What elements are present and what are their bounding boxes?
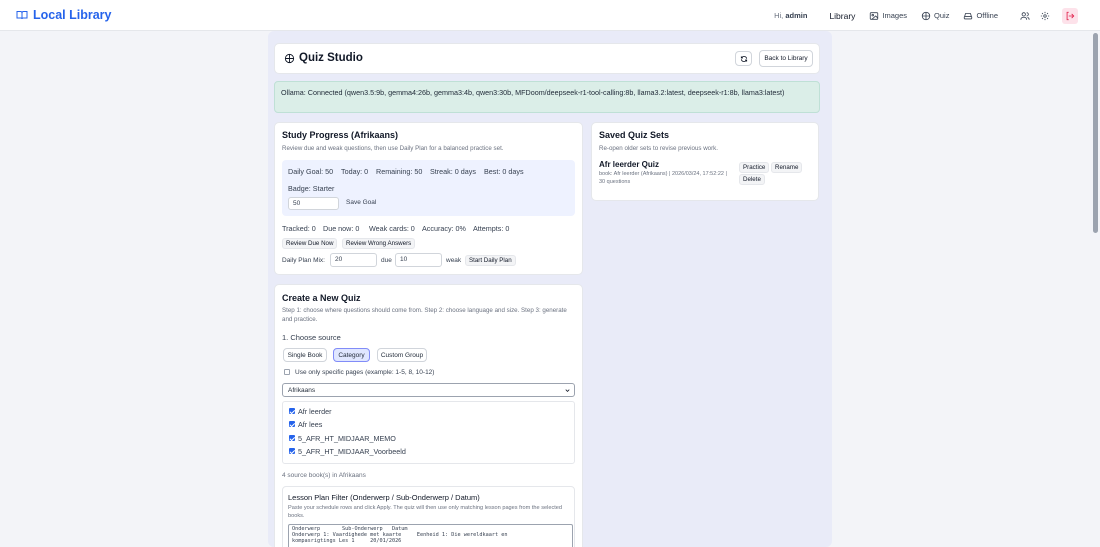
saved-quiz-name: Afr leerder Quiz (599, 160, 660, 169)
users-icon (1020, 11, 1030, 20)
compass-icon (921, 11, 931, 20)
nav-images[interactable]: Images (869, 11, 907, 21)
weak-label: weak (446, 257, 462, 264)
book-checkbox[interactable] (289, 435, 295, 441)
username: admin (785, 11, 808, 20)
daily-goal-input[interactable]: 50 (288, 197, 339, 210)
quiz-studio-header: Quiz Studio Back to Library (274, 43, 820, 74)
book-checkbox[interactable] (289, 421, 295, 427)
delete-button[interactable]: Delete (739, 174, 765, 185)
due-label: due (381, 257, 392, 264)
nav-offline-label: Offline (976, 11, 998, 20)
today-count: Today: 0 (341, 167, 369, 176)
plan-weak-input[interactable]: 10 (395, 253, 442, 267)
specific-pages-checkbox[interactable] (284, 369, 290, 375)
source-tab-single-book[interactable]: Single Book (283, 348, 327, 362)
refresh-icon (740, 55, 747, 62)
main-nav: Hi, admin Library Images Quiz Offline (774, 0, 1078, 31)
book-item: Afr leerder (298, 407, 332, 416)
users-button[interactable] (1018, 9, 1032, 23)
nav-quiz[interactable]: Quiz (921, 11, 949, 21)
greeting: Hi, admin (774, 11, 808, 20)
category-select-value: Afrikaans (288, 387, 316, 394)
saved-quiz-count: 30 questions (599, 179, 631, 185)
saved-quiz-sets-subtitle: Re-open older sets to revise previous wo… (599, 145, 718, 152)
brand[interactable]: Local Library (16, 8, 112, 22)
nav-library[interactable]: Library (829, 11, 855, 21)
gear-icon (1040, 11, 1050, 20)
ollama-status: Ollama: Connected (qwen3.5:9b, gemma4:26… (274, 81, 820, 113)
category-select[interactable]: Afrikaans (282, 383, 575, 397)
tracked-count: Tracked: 0 (282, 224, 316, 233)
daily-goal: Daily Goal: 50 (288, 167, 334, 176)
plan-due-input[interactable]: 20 (330, 253, 377, 267)
nav-quiz-label: Quiz (934, 11, 950, 20)
back-to-library-button[interactable]: Back to Library (759, 50, 813, 67)
attempts: Attempts: 0 (473, 224, 510, 233)
source-tab-category[interactable]: Category (333, 348, 370, 362)
specific-pages-label: Use only specific pages (example: 1-5, 8… (295, 369, 435, 376)
nav-images-label: Images (882, 11, 908, 20)
logout-icon (1066, 11, 1075, 20)
top-bar: Local Library Hi, admin Library Images Q… (0, 0, 1100, 31)
book-checkbox[interactable] (289, 448, 295, 454)
save-goal-button[interactable]: Save Goal (346, 199, 376, 206)
chevron-down-icon (565, 389, 570, 392)
source-book-count: 4 source book(s) in Afrikaans (282, 472, 366, 479)
rename-button[interactable]: Rename (771, 162, 803, 173)
daily-plan-mix-label: Daily Plan Mix: (282, 257, 325, 264)
refresh-button[interactable] (735, 51, 752, 66)
review-due-now-button[interactable]: Review Due Now (282, 238, 338, 249)
book-checkbox[interactable] (289, 408, 295, 414)
book-item: 5_AFR_HT_MIDJAAR_Voorbeeld (298, 447, 406, 456)
streak: Streak: 0 days (430, 167, 476, 176)
page-scrollbar[interactable] (1093, 33, 1098, 233)
lesson-plan-subtitle: Paste your schedule rows and click Apply… (288, 505, 563, 519)
logout-button[interactable] (1062, 7, 1078, 24)
lesson-plan-textarea[interactable]: Onderwerp Sub-Onderwerp Datum Onderwerp … (288, 524, 573, 547)
compass-icon (284, 53, 295, 63)
book-item: Afr lees (298, 420, 323, 429)
page-title-text: Quiz Studio (299, 52, 363, 64)
badge-label: Badge: Starter (288, 184, 335, 193)
lesson-plan-filter: Lesson Plan Filter (Onderwerp / Sub-Onde… (282, 486, 575, 547)
create-quiz-subtitle: Step 1: choose where questions should co… (282, 307, 567, 323)
remaining-count: Remaining: 50 (376, 167, 423, 176)
app-title: Local Library (33, 8, 112, 22)
saved-quiz-sets-title: Saved Quiz Sets (599, 130, 670, 140)
weak-cards-count: Weak cards: 0 (369, 224, 415, 233)
settings-button[interactable] (1038, 9, 1052, 23)
practice-button[interactable]: Practice (739, 162, 770, 173)
create-quiz-title: Create a New Quiz (282, 293, 361, 303)
book-item: 5_AFR_HT_MIDJAAR_MEMO (298, 434, 396, 443)
review-wrong-answers-button[interactable]: Review Wrong Answers (342, 238, 416, 249)
best-streak: Best: 0 days (484, 167, 524, 176)
book-open-icon (16, 11, 28, 20)
study-progress-subtitle: Review due and weak questions, then use … (282, 145, 504, 152)
source-tab-custom-group[interactable]: Custom Group (377, 348, 427, 362)
start-daily-plan-button[interactable]: Start Daily Plan (465, 255, 516, 266)
study-progress-title: Study Progress (Afrikaans) (282, 130, 399, 140)
due-now-count: Due now: 0 (323, 224, 360, 233)
hard-drive-icon (964, 12, 973, 19)
step1-label: 1. Choose source (282, 333, 341, 342)
image-icon (870, 11, 879, 20)
lesson-plan-title: Lesson Plan Filter (Onderwerp / Sub-Onde… (288, 493, 480, 502)
accuracy: Accuracy: 0% (422, 224, 466, 233)
page-title: Quiz Studio (284, 52, 363, 64)
nav-offline[interactable]: Offline (963, 11, 998, 21)
